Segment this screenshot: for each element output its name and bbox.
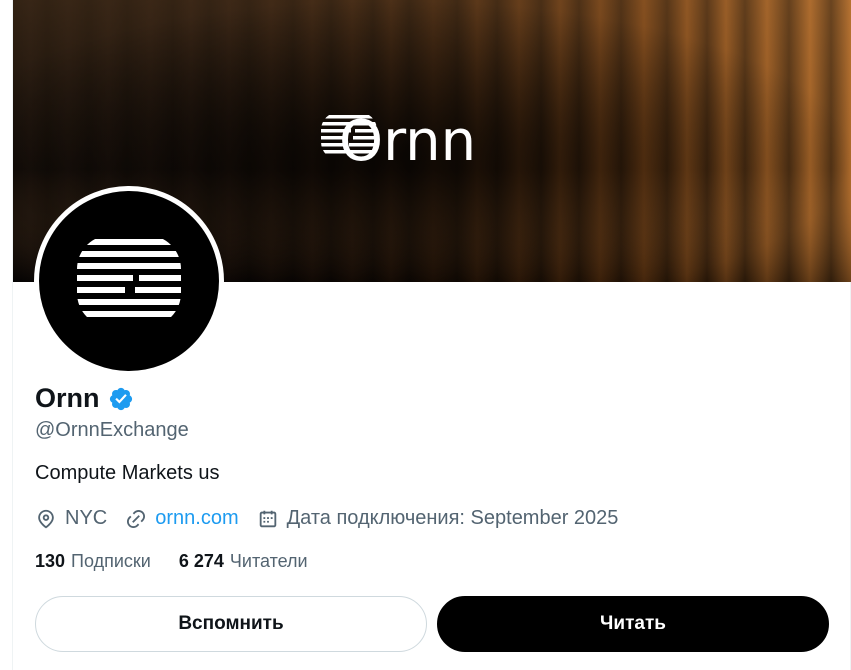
verified-badge-icon[interactable]	[108, 386, 134, 412]
profile-stats: 130 Подписки 6 274 Читатели	[35, 551, 336, 572]
ornn-logo-icon	[321, 115, 377, 154]
followers-stat[interactable]: 6 274 Читатели	[179, 551, 308, 572]
display-name: Ornn	[35, 383, 100, 413]
following-stat[interactable]: 130 Подписки	[35, 551, 151, 572]
name-row: Ornn	[35, 383, 134, 414]
calendar-icon	[259, 510, 276, 527]
location: NYC	[35, 507, 107, 530]
profile-card: Ornn Ornn @OrnnExchange Compute Markets …	[12, 0, 851, 670]
link-icon	[127, 509, 146, 528]
following-count: 130	[35, 551, 66, 571]
profile-handle: @OrnnExchange	[35, 419, 189, 441]
profile-bio: Compute Markets us	[35, 462, 220, 484]
location-text: NYC	[65, 507, 108, 529]
website: ornn.com	[125, 507, 239, 530]
remember-button[interactable]: Вспомнить	[35, 596, 427, 652]
website-link[interactable]: ornn.com	[155, 507, 238, 530]
banner-logo: Ornn	[321, 112, 476, 172]
profile-meta: NYC ornn.com Дата подключения: September…	[35, 507, 636, 530]
followers-count: 6 274	[178, 551, 224, 571]
following-label: Подписки	[71, 551, 151, 571]
avatar[interactable]	[34, 186, 224, 376]
followers-label: Читатели	[229, 551, 308, 571]
location-pin-icon	[38, 509, 54, 528]
joined-date: Дата подключения: September 2025	[257, 507, 619, 530]
joined-text: Дата подключения: September 2025	[286, 507, 619, 529]
ornn-logo-icon	[77, 239, 181, 317]
follow-button[interactable]: Читать	[437, 596, 829, 652]
